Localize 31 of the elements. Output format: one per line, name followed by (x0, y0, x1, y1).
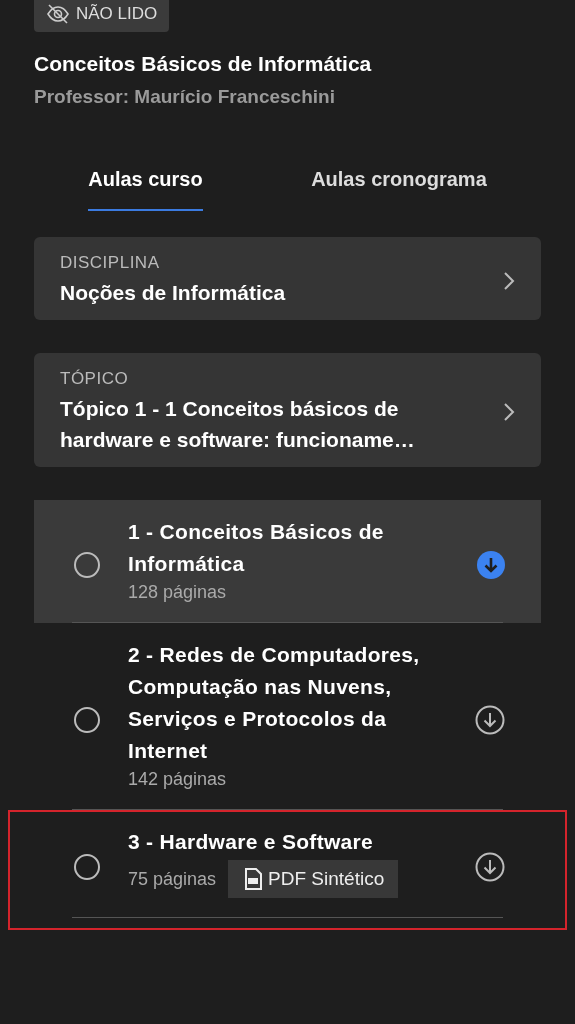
card-caption: TÓPICO (60, 369, 130, 389)
tab[interactable]: Aulas curso (88, 158, 203, 211)
professor-name: Professor: Maurício Franceschini (34, 86, 336, 108)
page-count: 75 páginas (128, 868, 217, 890)
lesson-row[interactable]: 2 - Redes de Computadores, Computação nas Nuvens, Serviços e Protocolos da Internet 142 páginas (34, 623, 541, 810)
page-count: 128 páginas (128, 582, 227, 603)
lesson-title: 3 - Hardware e Software (128, 829, 374, 855)
unread-badge: NÃO LIDO (34, 0, 170, 32)
pdf-button[interactable]: PDF Sintético (228, 860, 399, 898)
eye-slash-icon (46, 4, 70, 24)
lesson-title: 1 - Conceitos Básicos de Informática (128, 519, 385, 577)
selector-card[interactable]: TÓPICO Tópico 1 - 1 Conceitos básicos de hardware e software: funcioname… (34, 353, 541, 467)
card-value: Noções de Informática (60, 280, 287, 306)
lesson-row[interactable]: 3 - Hardware e Software 75 páginas PDF Sintético (34, 810, 541, 918)
download-icon[interactable] (475, 852, 505, 882)
card-value: Tópico 1 - 1 Conceitos básicos de hardware e software: funcioname… (60, 396, 416, 453)
card-caption: DISCIPLINA (60, 253, 161, 273)
lesson-title: 2 - Redes de Computadores, Computação nas Nuvens, Serviços e Protocolos da Internet (128, 642, 421, 764)
page-count: 142 páginas (128, 769, 227, 790)
chevron-right-icon (503, 270, 515, 291)
selector-card[interactable]: DISCIPLINA Noções de Informática (34, 237, 541, 320)
check-circle[interactable] (74, 551, 100, 578)
check-circle[interactable] (74, 706, 100, 733)
pdf-file-icon (244, 868, 263, 890)
chevron-right-icon (503, 402, 515, 422)
course-title: Conceitos Básicos de Informática (34, 52, 373, 76)
download-icon[interactable] (475, 704, 505, 735)
lesson-row[interactable]: 1 - Conceitos Básicos de Informática 128 páginas (34, 500, 541, 623)
tab[interactable]: Aulas cronograma (311, 158, 487, 211)
download-icon[interactable] (477, 550, 505, 579)
check-circle[interactable] (74, 854, 100, 880)
